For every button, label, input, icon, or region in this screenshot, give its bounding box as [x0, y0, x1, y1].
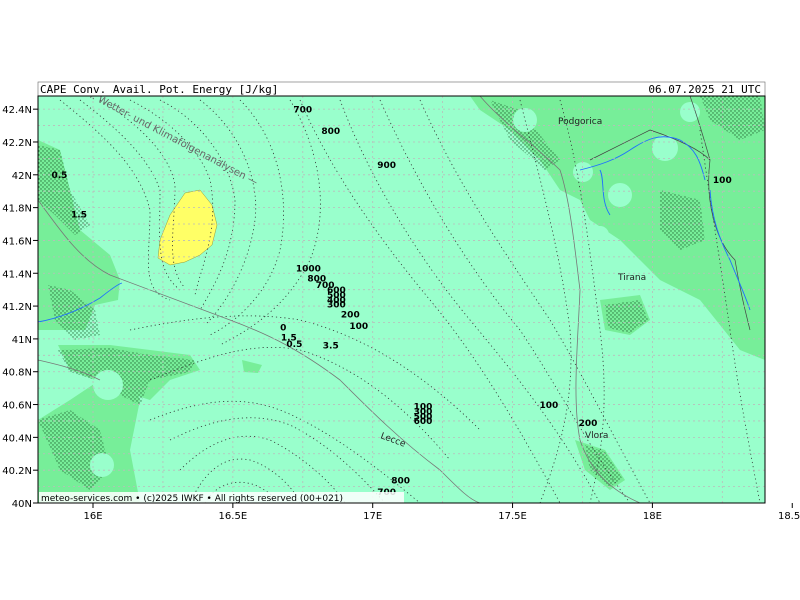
y-tick-label: 41.4N [2, 269, 32, 280]
contour-label: 0 [280, 324, 286, 334]
y-tick-label: 41N [12, 335, 32, 346]
contour-label: 200 [579, 419, 598, 429]
contour-label: 100 [713, 176, 732, 186]
x-tick-label: 16E [83, 511, 102, 522]
y-tick-label: 40N [12, 499, 32, 510]
contour-label: 700 [293, 105, 312, 115]
contour-label: 1.5 [71, 210, 87, 220]
y-tick-label: 40.6N [2, 401, 32, 412]
city-podgorica: Podgorica [558, 117, 602, 127]
x-tick-label: 17.5E [498, 511, 527, 522]
map-title: CAPE Conv. Avail. Pot. Energy [J/kg] [40, 83, 278, 96]
y-tick-label: 41.6N [2, 236, 32, 247]
x-tick-label: 16.5E [219, 511, 248, 522]
y-tick-label: 40.8N [2, 368, 32, 379]
y-tick-label: 42.4N [2, 105, 32, 116]
y-tick-label: 42.2N [2, 138, 32, 149]
x-axis-labels: 16E16.5E17E17.5E18E18.5E19E19.5E20E20.5E [83, 511, 800, 522]
y-tick-label: 40.2N [2, 466, 32, 477]
contour-label: 3.5 [323, 342, 339, 352]
city-tirana: Tirana [617, 273, 646, 283]
y-tick-label: 40.4N [2, 433, 32, 444]
city-vlora: Vlora [585, 431, 608, 441]
valid-time: 06.07.2025 21 UTC [648, 83, 761, 96]
contour-label: 800 [321, 127, 340, 137]
contour-label: 0.5 [51, 171, 67, 181]
cape-map: CAPE Conv. Avail. Pot. Energy [J/kg] 06.… [2, 81, 800, 522]
x-tick-label: 18.5E [778, 511, 800, 522]
x-tick-label: 18E [643, 511, 662, 522]
contour-label: 1000 [296, 265, 321, 275]
contour-label: 600 [414, 417, 433, 427]
y-axis-labels: 42.4N 42.2N 42N 41.8N 41.6N 41.4N 41.2N 41N 40.8… [2, 105, 32, 510]
contour-label: 300 [327, 301, 346, 311]
contour-label: 200 [341, 311, 360, 321]
x-tick-label: 17E [363, 511, 382, 522]
contour-label: 100 [540, 401, 559, 411]
y-tick-label: 41.8N [2, 204, 32, 215]
y-tick-label: 41.2N [2, 302, 32, 313]
contour-label: 0.5 [286, 340, 302, 350]
contour-label: 900 [377, 161, 396, 171]
contour-label: 100 [349, 322, 368, 332]
y-tick-label: 42N [12, 171, 32, 182]
contour-label: 800 [391, 476, 410, 486]
